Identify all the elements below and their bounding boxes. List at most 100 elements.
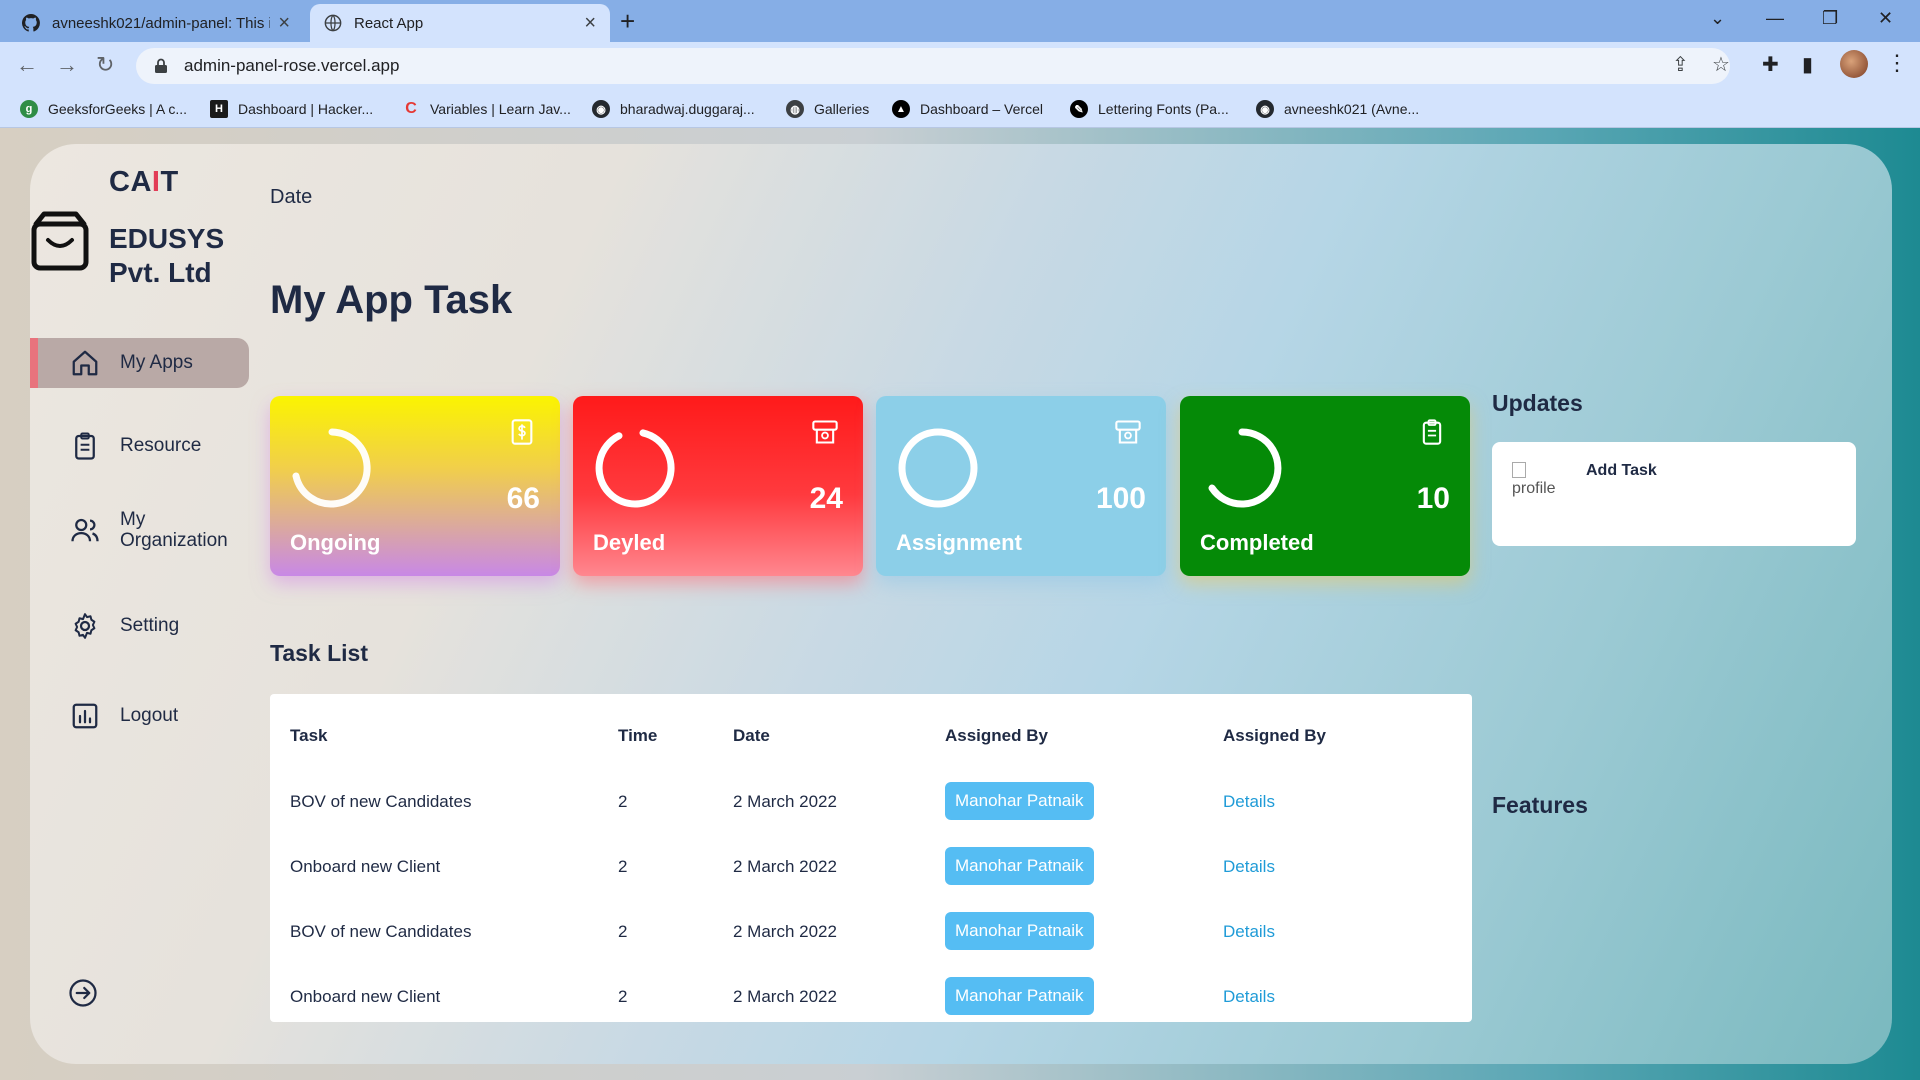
users-icon xyxy=(71,518,99,542)
gfg-icon: g xyxy=(20,100,38,118)
sidebar-item-my-organization[interactable]: My Organization xyxy=(30,508,250,552)
bookmark-item[interactable]: ◍ Galleries xyxy=(786,98,869,120)
broken-image-icon xyxy=(1512,462,1526,478)
task-name: BOV of new Candidates xyxy=(290,922,472,941)
forward-icon[interactable]: → xyxy=(56,52,78,78)
globe-icon: ◍ xyxy=(786,100,804,118)
close-tab-icon[interactable]: × xyxy=(584,12,596,35)
assignee-badge[interactable]: Manohar Patnaik xyxy=(945,977,1094,1015)
date-label: Date xyxy=(270,186,313,208)
bookmark-label: Dashboard – Vercel xyxy=(920,101,1043,117)
stat-card-assignment[interactable]: 100 Assignment xyxy=(876,396,1166,576)
brand-title-part: T xyxy=(160,166,179,198)
bookmarks-bar: g GeeksforGeeks | A c... H Dashboard | H… xyxy=(0,90,1920,128)
progress-ring xyxy=(898,428,978,508)
update-text: Add Task xyxy=(1586,462,1657,479)
bookmark-item[interactable]: ◉ avneeshk021 (Avne... xyxy=(1256,98,1419,120)
bookmark-item[interactable]: ✎ Lettering Fonts (Pa... xyxy=(1070,98,1229,120)
sidebar-item-label: Resource xyxy=(120,435,202,456)
close-window-icon[interactable]: ✕ xyxy=(1878,8,1893,29)
column-header-task: Task xyxy=(290,726,328,745)
home-icon xyxy=(72,350,98,376)
dollar-file-icon xyxy=(511,419,533,445)
progress-ring xyxy=(292,428,371,508)
details-link[interactable]: Details xyxy=(1223,792,1275,812)
column-header-assigned-by-2: Assigned By xyxy=(1223,726,1326,745)
extensions-icon[interactable]: ✚ xyxy=(1762,52,1779,77)
share-icon[interactable]: ⇪ xyxy=(1672,52,1689,77)
address-bar[interactable]: admin-panel-rose.vercel.app xyxy=(136,48,1730,84)
bookmark-label: bharadwaj.duggaraj... xyxy=(620,101,755,117)
globe-icon xyxy=(324,14,342,32)
back-icon[interactable]: ← xyxy=(16,52,38,78)
receipt-icon xyxy=(812,420,838,444)
column-header-assigned-by: Assigned By xyxy=(945,726,1048,745)
reload-icon[interactable]: ↻ xyxy=(96,52,114,78)
bookmark-label: Variables | Learn Jav... xyxy=(430,101,571,117)
task-date: 2 March 2022 xyxy=(733,987,837,1006)
card-count: 66 xyxy=(506,482,540,515)
sidebar-item-label: Setting xyxy=(120,615,180,636)
bookmark-item[interactable]: g GeeksforGeeks | A c... xyxy=(20,98,187,120)
bookmark-item[interactable]: H Dashboard | Hacker... xyxy=(210,98,373,120)
sidebar-item-label: Logout xyxy=(120,705,179,726)
bookmark-item[interactable]: ◉ bharadwaj.duggaraj... xyxy=(592,98,755,120)
brand-title-part: CA xyxy=(109,166,152,198)
gear-icon xyxy=(74,613,96,639)
assignee-badge[interactable]: Manohar Patnaik xyxy=(945,782,1094,820)
github-icon: ◉ xyxy=(592,100,610,118)
side-panel-icon[interactable]: ▮ xyxy=(1802,52,1813,77)
bookmark-label: Dashboard | Hacker... xyxy=(238,101,374,117)
menu-icon[interactable]: ⋮ xyxy=(1886,50,1908,76)
card-label: Assignment xyxy=(896,530,1022,555)
stat-card-completed[interactable]: 10 Completed xyxy=(1180,396,1470,576)
sign-out-icon[interactable] xyxy=(68,978,98,1008)
shopping-bag-logo-icon xyxy=(31,211,89,271)
sidebar-item-label: My Apps xyxy=(120,352,193,373)
github-icon: ◉ xyxy=(1256,100,1274,118)
bookmark-label: avneeshk021 (Avne... xyxy=(1284,101,1420,117)
tab-search-icon[interactable]: ⌄ xyxy=(1710,8,1725,29)
sidebar-item-my-apps[interactable]: My Apps xyxy=(30,338,249,388)
card-count: 100 xyxy=(1095,482,1146,515)
sidebar-item-setting[interactable]: Setting xyxy=(30,606,250,646)
url-text: admin-panel-rose.vercel.app xyxy=(184,56,400,75)
browser-tab-strip: avneeshk021/admin-panel: This i × React … xyxy=(0,0,1920,42)
github-icon xyxy=(22,14,40,32)
features-title: Features xyxy=(1492,792,1588,818)
bookmark-label: Lettering Fonts (Pa... xyxy=(1098,101,1229,117)
close-tab-icon[interactable]: × xyxy=(278,12,290,35)
bookmark-item[interactable]: ▲ Dashboard – Vercel xyxy=(892,98,1043,120)
update-card[interactable]: profile Add Task xyxy=(1492,442,1856,546)
tab-title: React App xyxy=(354,14,424,32)
clipboard-icon xyxy=(1422,419,1442,445)
restore-icon[interactable]: ❐ xyxy=(1822,8,1838,29)
minimize-icon[interactable]: — xyxy=(1766,8,1784,29)
assignee-badge[interactable]: Manohar Patnaik xyxy=(945,912,1094,950)
bookmark-item[interactable]: C Variables | Learn Jav... xyxy=(402,98,571,120)
browser-tab-react-app[interactable]: React App × xyxy=(310,4,610,42)
new-tab-icon[interactable]: + xyxy=(620,7,635,35)
assignee-badge[interactable]: Manohar Patnaik xyxy=(945,847,1094,885)
details-link[interactable]: Details xyxy=(1223,987,1275,1007)
clipboard-icon xyxy=(75,432,95,460)
hackerrank-icon: H xyxy=(210,100,228,118)
details-link[interactable]: Details xyxy=(1223,857,1275,877)
column-header-time: Time xyxy=(618,726,658,745)
profile-avatar[interactable] xyxy=(1840,50,1868,78)
app-panel: CAIT EDUSYS Pvt. Ltd My Apps Resource My… xyxy=(30,144,1892,1064)
profile-image: profile xyxy=(1512,462,1556,498)
card-label: Deyled xyxy=(593,530,666,555)
stat-card-delayed[interactable]: 24 Deyled xyxy=(573,396,863,576)
bookmark-star-icon[interactable]: ☆ xyxy=(1712,52,1730,77)
card-label: Ongoing xyxy=(290,530,381,555)
receipt-icon xyxy=(1115,420,1141,444)
details-link[interactable]: Details xyxy=(1223,922,1275,942)
stat-card-ongoing[interactable]: 66 Ongoing xyxy=(270,396,560,576)
sidebar-item-logout[interactable]: Logout xyxy=(30,696,250,736)
sidebar-item-resource[interactable]: Resource xyxy=(30,426,250,466)
browser-tab-github[interactable]: avneeshk021/admin-panel: This i × xyxy=(8,4,304,42)
task-time: 2 xyxy=(618,922,628,941)
task-name: Onboard new Client xyxy=(290,987,441,1006)
task-date: 2 March 2022 xyxy=(733,857,837,876)
